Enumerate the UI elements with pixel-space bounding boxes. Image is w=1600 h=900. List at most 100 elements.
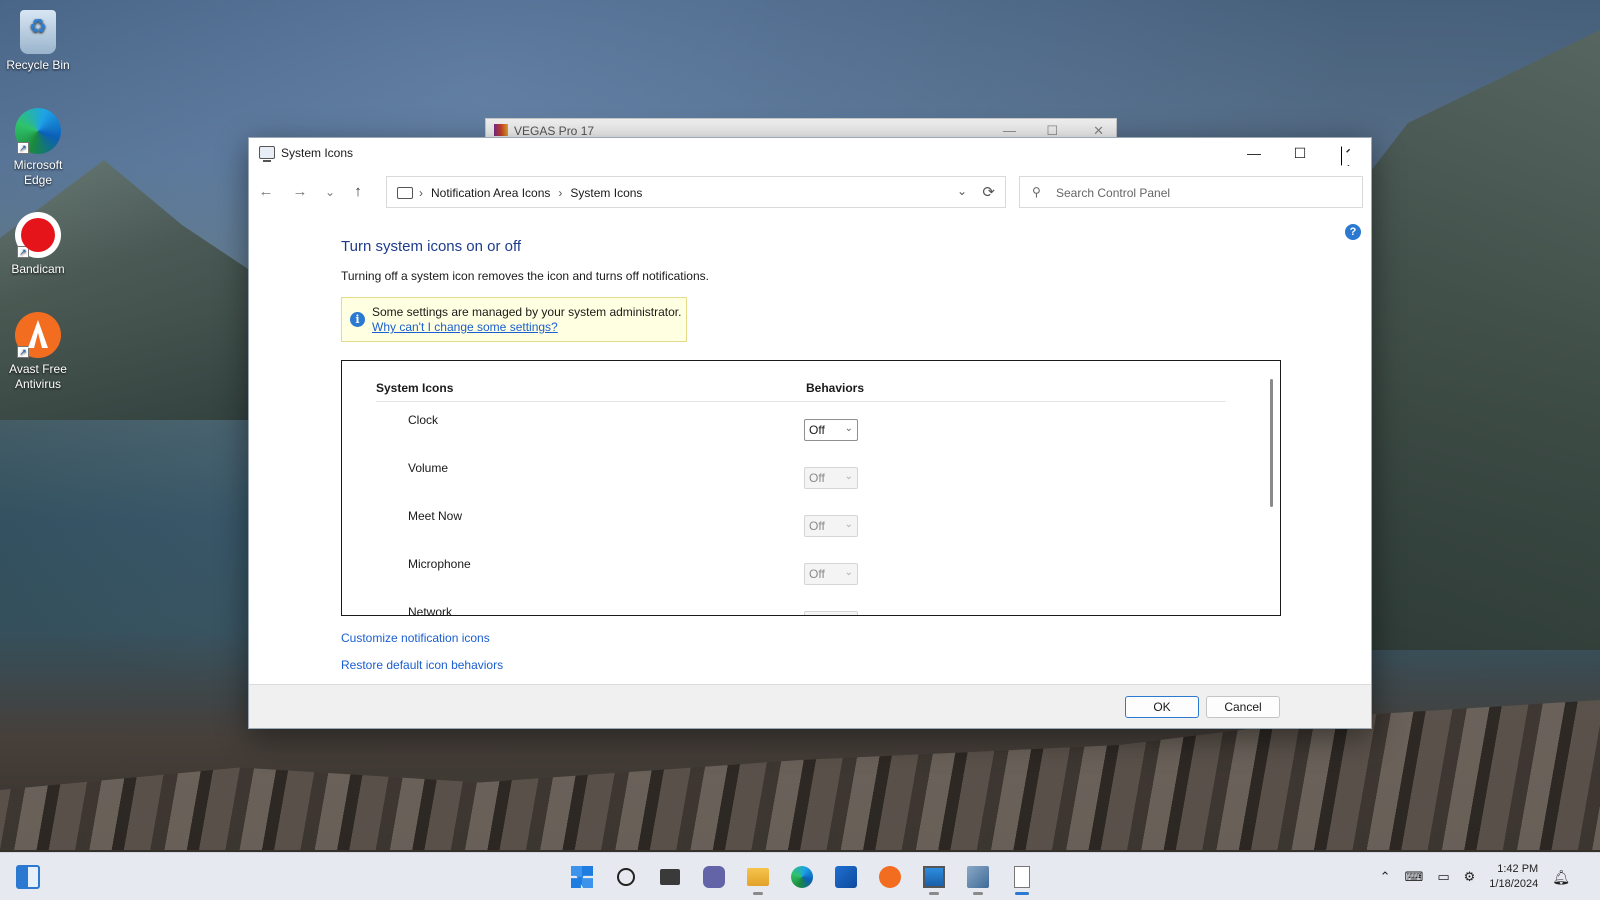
shortcut-arrow-icon: ↗: [17, 346, 29, 358]
dialog-footer: OK Cancel: [249, 684, 1371, 728]
running-indicator: [929, 892, 939, 895]
network-computers-icon: [967, 866, 989, 888]
system-icons-list[interactable]: System Icons Behaviors Clock Off ⌄ Volum…: [341, 360, 1281, 616]
system-icons-window: System Icons — ☐ ✕ ← → ⌄ ↑ › Notificatio…: [248, 137, 1372, 729]
desktop-icon-label: Avast Free Antivirus: [9, 362, 67, 391]
refresh-button[interactable]: ⟳: [982, 183, 995, 201]
system-icon-name: Volume: [408, 461, 449, 475]
notification-bell-icon[interactable]: 🔔︎: [1552, 869, 1570, 886]
breadcrumb-separator-icon[interactable]: ›: [558, 186, 562, 200]
this-pc-taskbar-button[interactable]: [917, 859, 951, 895]
up-button[interactable]: ↑: [347, 181, 369, 203]
main-content: Turn system icons on or off Turning off …: [341, 238, 1371, 350]
desktop-icon-microsoft-edge[interactable]: ↗ Microsoft Edge: [4, 108, 72, 188]
column-header-behaviors: Behaviors: [806, 381, 865, 395]
window-title: System Icons: [281, 146, 354, 160]
back-button[interactable]: ←: [255, 181, 277, 203]
maximize-button[interactable]: ☐: [1277, 138, 1323, 168]
clock-date: 1/18/2024: [1489, 878, 1539, 890]
show-hidden-icons-chevron-up-icon[interactable]: ⌃: [1380, 869, 1391, 885]
edge-icon: [791, 866, 813, 888]
minimize-icon[interactable]: —: [1003, 123, 1016, 138]
task-view-icon: [660, 869, 680, 885]
ok-button[interactable]: OK: [1125, 696, 1199, 718]
address-bar[interactable]: › Notification Area Icons › System Icons…: [386, 176, 1006, 208]
breadcrumb-system-icons[interactable]: System Icons: [570, 186, 642, 200]
file-explorer-button[interactable]: [741, 859, 775, 895]
forward-button[interactable]: →: [289, 181, 311, 203]
behavior-dropdown-clock[interactable]: Off ⌄: [804, 419, 858, 441]
start-button[interactable]: [565, 859, 599, 895]
desktop-icon-avast[interactable]: ↗ Avast Free Antivirus: [4, 312, 72, 392]
shortcut-arrow-icon: ↗: [17, 246, 29, 258]
taskbar-apps: [565, 859, 1039, 895]
widgets-icon[interactable]: [16, 865, 40, 889]
recent-locations-button[interactable]: ⌄: [319, 181, 341, 203]
cancel-button[interactable]: Cancel: [1206, 696, 1280, 718]
display-icon[interactable]: ▭: [1437, 869, 1449, 885]
list-scrollbar[interactable]: [1270, 379, 1273, 507]
chevron-down-icon: ⌄: [844, 471, 853, 482]
search-icon: [617, 868, 635, 886]
edge-taskbar-button[interactable]: [785, 859, 819, 895]
list-item: Clock Off ⌄: [342, 413, 1242, 461]
windows-start-icon: [571, 866, 593, 888]
navigation-bar: ← → ⌄ ↑ › Notification Area Icons › Syst…: [249, 172, 1371, 212]
breadcrumb-notification-area-icons[interactable]: Notification Area Icons: [431, 186, 550, 200]
shortcut-arrow-icon: ↗: [17, 142, 29, 154]
behavior-value: Off: [809, 471, 825, 485]
title-bar[interactable]: System Icons — ☐ ✕: [249, 138, 1371, 168]
task-view-button[interactable]: [653, 859, 687, 895]
this-pc-icon: [397, 187, 413, 199]
list-item: Volume Off ⌄: [342, 461, 1242, 509]
avast-taskbar-button[interactable]: [873, 859, 907, 895]
search-box[interactable]: ⚲: [1019, 176, 1363, 208]
breadcrumb-separator-icon[interactable]: ›: [419, 186, 423, 200]
info-icon: i: [350, 312, 365, 327]
admin-info-text: Some settings are managed by your system…: [372, 305, 682, 319]
vegas-app-icon: [494, 124, 508, 136]
customize-notification-icons-link[interactable]: Customize notification icons: [341, 631, 503, 645]
avast-icon: ↗: [15, 312, 61, 358]
why-cant-change-link[interactable]: Why can't I change some settings?: [372, 320, 558, 334]
chevron-down-icon: ⌄: [844, 567, 853, 578]
system-icon-name: Network: [408, 605, 453, 616]
desktop-icon-bandicam[interactable]: ↗ Bandicam: [4, 212, 72, 277]
behavior-dropdown-microphone: Off ⌄: [804, 563, 858, 585]
address-history-dropdown-icon[interactable]: ⌄: [957, 184, 967, 198]
document-app-taskbar-button[interactable]: [1005, 859, 1039, 895]
store-icon: [835, 866, 857, 888]
minimize-button[interactable]: —: [1231, 138, 1277, 168]
taskbar: ⌃ ⌨ ▭ ⚙ 1:42 PM 1/18/2024 🔔︎: [0, 852, 1600, 900]
behavior-dropdown-volume: Off ⌄: [804, 467, 858, 489]
recycle-bin-icon: [20, 10, 56, 54]
store-button[interactable]: [829, 859, 863, 895]
chat-button[interactable]: [697, 859, 731, 895]
avast-icon: [879, 866, 901, 888]
system-tray: ⌃ ⌨ ▭ ⚙ 1:42 PM 1/18/2024 🔔︎: [1380, 861, 1570, 893]
desktop-icon-recycle-bin[interactable]: Recycle Bin: [4, 10, 72, 73]
list-item: Microphone Off ⌄: [342, 557, 1242, 605]
system-icon-name: Clock: [408, 413, 439, 427]
taskbar-search-button[interactable]: [609, 859, 643, 895]
control-panel-icon: [259, 146, 275, 162]
restore-default-behaviors-link[interactable]: Restore default icon behaviors: [341, 658, 503, 672]
admin-info-banner: i Some settings are managed by your syst…: [341, 297, 687, 342]
list-item: Network: [342, 605, 1242, 616]
keyboard-icon[interactable]: ⌨: [1405, 869, 1424, 885]
taskbar-clock[interactable]: 1:42 PM 1/18/2024: [1489, 862, 1538, 892]
list-header: System Icons Behaviors: [376, 381, 1226, 402]
chat-icon: [703, 866, 725, 888]
page-description: Turning off a system icon removes the ic…: [341, 269, 709, 283]
search-input[interactable]: [1056, 183, 1346, 203]
footer-links: Customize notification icons Restore def…: [341, 631, 503, 685]
chevron-down-icon: ⌄: [844, 519, 853, 530]
network-app-taskbar-button[interactable]: [961, 859, 995, 895]
behavior-value: Off: [809, 423, 825, 437]
sync-settings-icon[interactable]: ⚙: [1464, 869, 1476, 885]
desktop-icon-label: Microsoft Edge: [13, 158, 63, 187]
column-header-system-icons: System Icons: [376, 381, 454, 395]
running-indicator: [973, 892, 983, 895]
behavior-dropdown-meet-now: Off ⌄: [804, 515, 858, 537]
list-item: Meet Now Off ⌄: [342, 509, 1242, 557]
